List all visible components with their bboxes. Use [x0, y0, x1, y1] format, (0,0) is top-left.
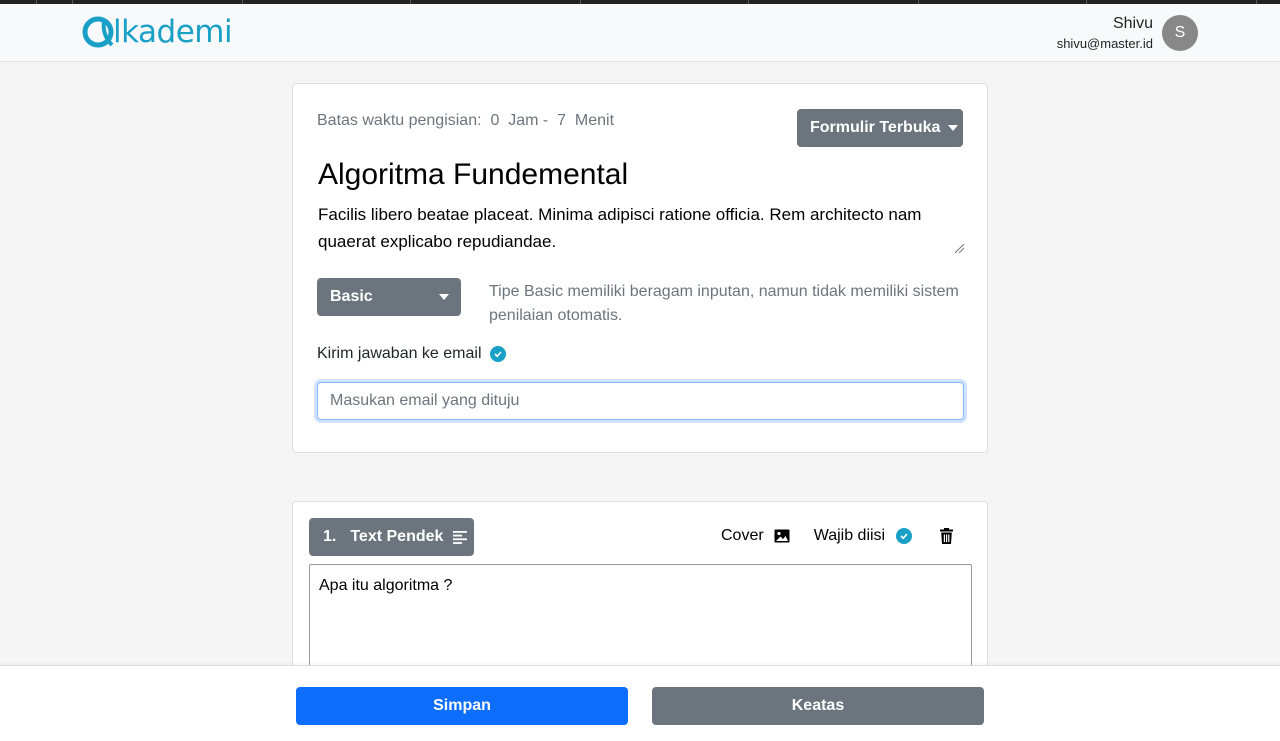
footer-bar: Simpan Keatas — [0, 665, 1280, 741]
check-circle-icon[interactable] — [896, 528, 913, 544]
form-status-dropdown[interactable]: Formulir Terbuka — [797, 109, 963, 147]
question-number: 1. — [323, 528, 337, 545]
save-button[interactable]: Simpan — [296, 687, 628, 725]
resize-handle-icon[interactable] — [955, 244, 964, 253]
text-lines-icon — [453, 530, 468, 544]
deadline-text: Batas waktu pengisian: 0 Jam - 7 Menit — [317, 112, 614, 130]
caret-down-icon — [439, 294, 449, 300]
user-email: shivu@master.id — [1056, 36, 1153, 51]
deadline-hours: 0 — [490, 112, 500, 129]
form-title[interactable]: Algoritma Fundemental — [318, 157, 628, 193]
trash-icon[interactable] — [940, 528, 954, 544]
cover-label: Cover — [721, 527, 764, 544]
question-toolbar: Cover Wajib diisi — [721, 527, 954, 545]
scroll-top-button[interactable]: Keatas — [652, 687, 984, 725]
deadline-hours-unit: Jam - — [508, 112, 549, 129]
form-settings-card: Batas waktu pengisian: 0 Jam - 7 Menit F… — [292, 83, 988, 453]
form-type-value: Basic — [330, 288, 373, 305]
check-circle-icon[interactable] — [489, 346, 506, 362]
deadline-label: Batas waktu pengisian: — [317, 112, 482, 129]
send-email-toggle[interactable]: Kirim jawaban ke email — [317, 345, 506, 363]
top-navbar: lkademi Shivu shivu@master.id S — [0, 4, 1280, 62]
caret-down-icon — [948, 125, 959, 131]
image-icon[interactable] — [774, 529, 790, 543]
send-email-label: Kirim jawaban ke email — [317, 345, 482, 362]
question-type-dropdown[interactable]: 1. Text Pendek — [309, 518, 474, 556]
form-type-hint: Tipe Basic memiliki beragam inputan, nam… — [489, 283, 959, 324]
logo-icon — [82, 16, 114, 48]
form-status-label: Formulir Terbuka — [810, 119, 941, 136]
avatar[interactable]: S — [1162, 15, 1198, 51]
user-info: Shivu shivu@master.id — [1057, 14, 1153, 54]
brand-logo[interactable]: lkademi — [82, 12, 233, 52]
deadline-minutes: 7 — [557, 112, 567, 129]
form-type-select[interactable]: Basic — [317, 278, 461, 316]
question-type-label: Text Pendek — [350, 528, 444, 545]
form-description-field[interactable]: Facilis libero beatae placeat. Minima ad… — [318, 201, 963, 257]
logo-text: lkademi — [113, 13, 233, 50]
deadline-minutes-unit: Menit — [574, 112, 615, 129]
user-name: Shivu — [1112, 15, 1153, 32]
required-label: Wajib diisi — [813, 527, 886, 544]
email-input[interactable] — [317, 382, 964, 420]
